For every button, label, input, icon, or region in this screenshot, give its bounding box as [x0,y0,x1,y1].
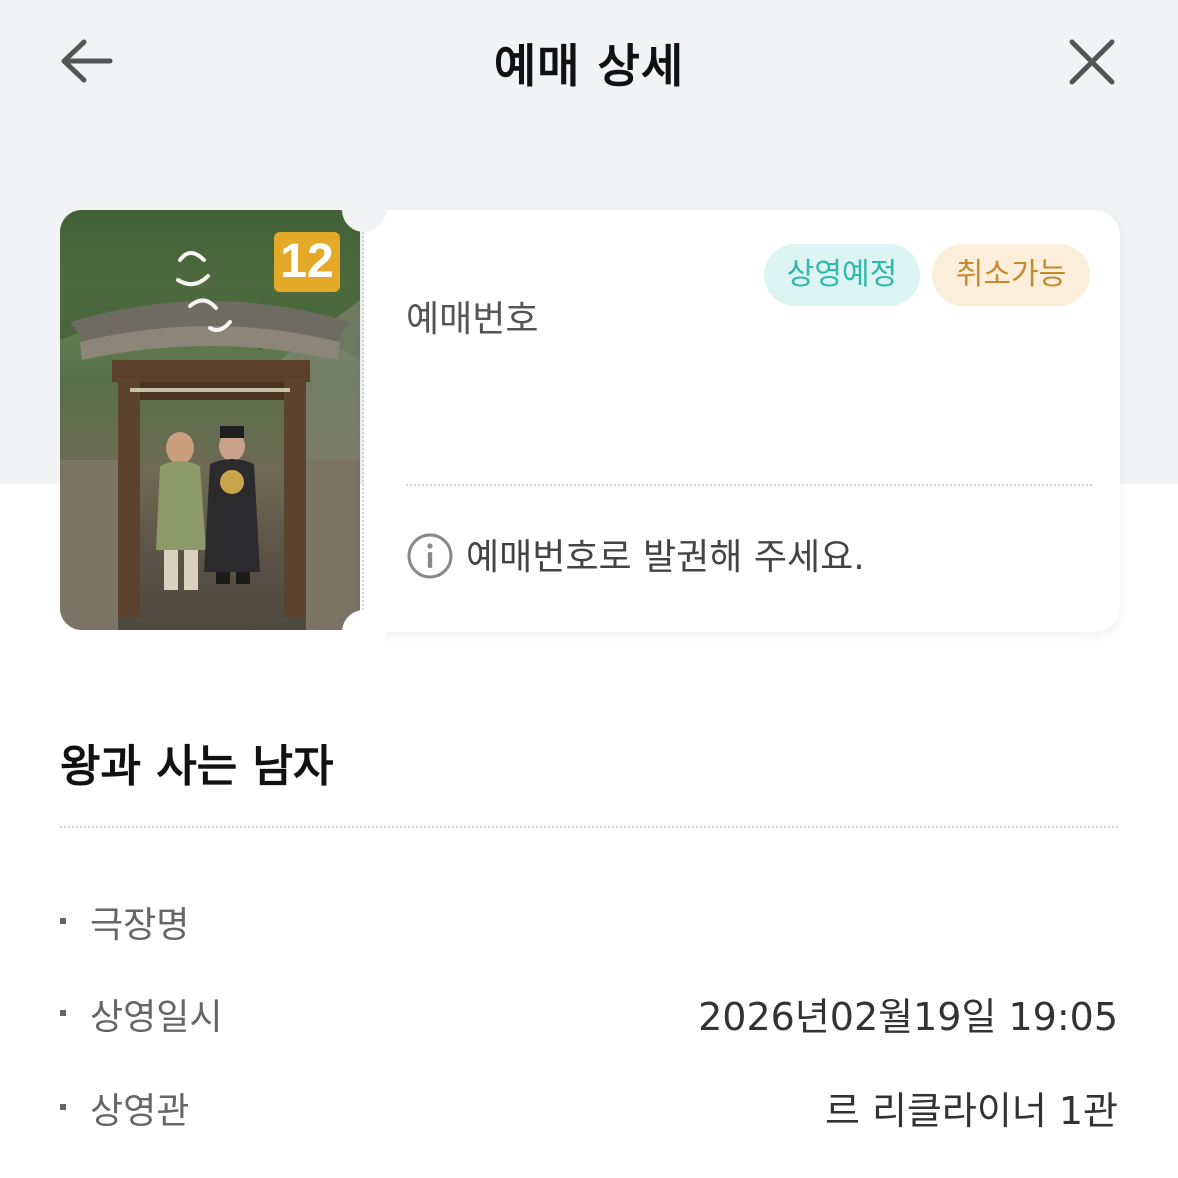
section-divider [60,826,1118,828]
bullet [60,1010,66,1016]
ticket-notch-bottom [342,610,386,654]
status-badge-scheduled: 상영예정 [764,244,920,306]
header: 예매 상세 [0,0,1178,124]
info-icon [407,533,453,579]
detail-label: 극장명 [90,905,190,946]
close-button[interactable] [1066,36,1118,88]
detail-label: 상영일시 [90,997,223,1038]
ticket-notice: 예매번호로 발권해 주세요. [466,537,865,578]
booking-number-label: 예매번호 [406,299,539,340]
detail-row-theater: 극장명 [0,892,1178,952]
age-rating-badge: 12 [274,232,340,292]
ticket-card-container: 12 상영예정 취소가능 예매번호 예매번호로 발권해 주세요. [60,188,1120,654]
ticket-notch-top [342,188,386,232]
bullet [60,918,66,924]
bullet [60,1104,66,1110]
movie-poster[interactable]: 12 [60,210,360,630]
detail-row-screen: 상영관 르 리클라이너 1관 [0,1078,1178,1138]
ticket-divider [406,484,1092,486]
detail-label: 상영관 [90,1091,190,1132]
status-badge-cancelable: 취소가능 [932,244,1090,306]
ticket-info-card: 상영예정 취소가능 예매번호 예매번호로 발권해 주세요. [364,210,1120,632]
ticket-perforation [362,224,364,618]
detail-value: 2026년02월19일 19:05 [698,995,1118,1039]
page-title: 예매 상세 [493,39,685,93]
close-icon [1069,39,1115,85]
detail-value: 르 리클라이너 1관 [824,1089,1118,1133]
movie-title: 왕과 사는 남자 [60,741,334,792]
detail-row-showtime: 상영일시 2026년02월19일 19:05 [0,984,1178,1044]
